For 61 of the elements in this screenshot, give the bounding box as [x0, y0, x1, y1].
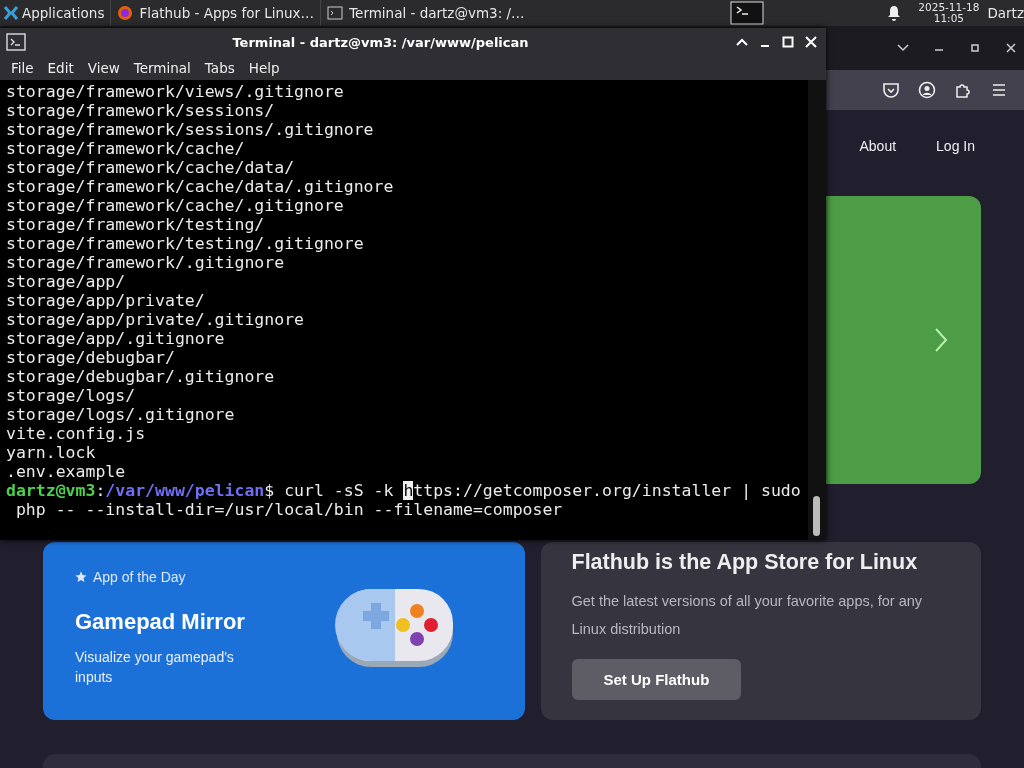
terminal-line: .env.example [6, 462, 126, 481]
menu-item[interactable]: Help [241, 60, 287, 76]
terminal-line: storage/app/.gitignore [6, 329, 225, 348]
menu-item[interactable]: Terminal [126, 60, 198, 76]
terminal-line: storage/debugbar/.gitignore [6, 367, 275, 386]
terminal-line: storage/framework/views/.gitignore [6, 82, 344, 101]
card-title: Flathub is the App Store for Linux [571, 550, 918, 575]
chevron-right-icon[interactable] [933, 326, 949, 354]
scrollbar[interactable] [808, 80, 826, 540]
card-label: App of the Day [93, 569, 186, 585]
close-icon[interactable] [1004, 41, 1018, 55]
terminal-line: yarn.lock [6, 443, 96, 462]
terminal-line: storage/app/private/.gitignore [6, 310, 304, 329]
applications-menu[interactable]: Applications [0, 0, 111, 26]
terminal-line: storage/framework/testing/.gitignore [6, 234, 364, 253]
menu-icon[interactable] [990, 81, 1008, 99]
terminal-line: storage/logs/ [6, 386, 136, 405]
menu-item[interactable]: View [80, 60, 127, 76]
account-icon[interactable] [918, 81, 936, 99]
time-text: 11:05 [933, 13, 964, 24]
star-icon [75, 571, 87, 583]
scrollbar-thumb[interactable] [813, 496, 820, 536]
date-text: 2025-11-18 [918, 2, 980, 13]
terminal-line: storage/framework/sessions/.gitignore [6, 120, 374, 139]
menu-item[interactable]: File [4, 60, 41, 76]
card-description: Get the latest versions of all your favorite apps, for any Linux distribution [571, 592, 924, 639]
puzzle-icon[interactable] [954, 81, 972, 99]
nav-link[interactable]: About [859, 138, 897, 154]
terminal-line: storage/framework/cache/data/.gitignore [6, 177, 394, 196]
terminal-line: storage/app/ [6, 272, 126, 291]
window-title: Terminal - dartz@vm3: /var/www/pelican [231, 34, 530, 50]
menu-item[interactable]: Edit [40, 60, 81, 76]
user-name[interactable]: Dartz [987, 5, 1024, 21]
pocket-icon[interactable] [882, 81, 900, 99]
menu-item[interactable]: Tabs [197, 60, 242, 76]
close-icon[interactable] [804, 35, 818, 49]
nav-link[interactable]: Log In [936, 138, 975, 154]
card-title: Gamepad Mirror [75, 609, 246, 635]
terminal-line: storage/framework/cache/data/ [6, 158, 295, 177]
apps-icon [3, 5, 19, 21]
card-description: Visualize your gamepad's inputs [75, 648, 235, 687]
bell-icon[interactable] [886, 5, 903, 21]
terminal-line: php -- --install-dir=/usr/local/bin --filename=composer [14, 500, 563, 519]
terminal-icon [327, 5, 344, 21]
terminal-line: storage/framework/sessions/ [6, 101, 275, 120]
setup-button[interactable]: Set Up Flathub [571, 659, 742, 700]
terminal-line: storage/logs/.gitignore [6, 405, 235, 424]
maximize-icon[interactable] [781, 35, 795, 49]
terminal-icon[interactable] [730, 1, 765, 25]
terminal-line: vite.config.js [6, 424, 146, 443]
terminal-line: storage/framework/cache/ [6, 139, 245, 158]
maximize-icon[interactable] [968, 41, 982, 55]
terminal-line: storage/framework/cache/.gitignore [6, 196, 344, 215]
app-card[interactable]: App of the Day Gamepad Mirror Visualize your gamepad's inputs [43, 542, 525, 720]
terminal-icon [6, 33, 26, 51]
terminal-line: storage/framework/testing/ [6, 215, 265, 234]
browser-icon [117, 5, 134, 21]
terminal-line: storage/debugbar/ [6, 348, 175, 367]
terminal-line: storage/framework/.gitignore [6, 253, 285, 272]
terminal-line: dartz@vm3:/var/www/pelican$ curl -sS -k https://getcomposer.org/installer | sudo [6, 481, 801, 500]
terminal-line: storage/app/private/ [6, 291, 205, 310]
